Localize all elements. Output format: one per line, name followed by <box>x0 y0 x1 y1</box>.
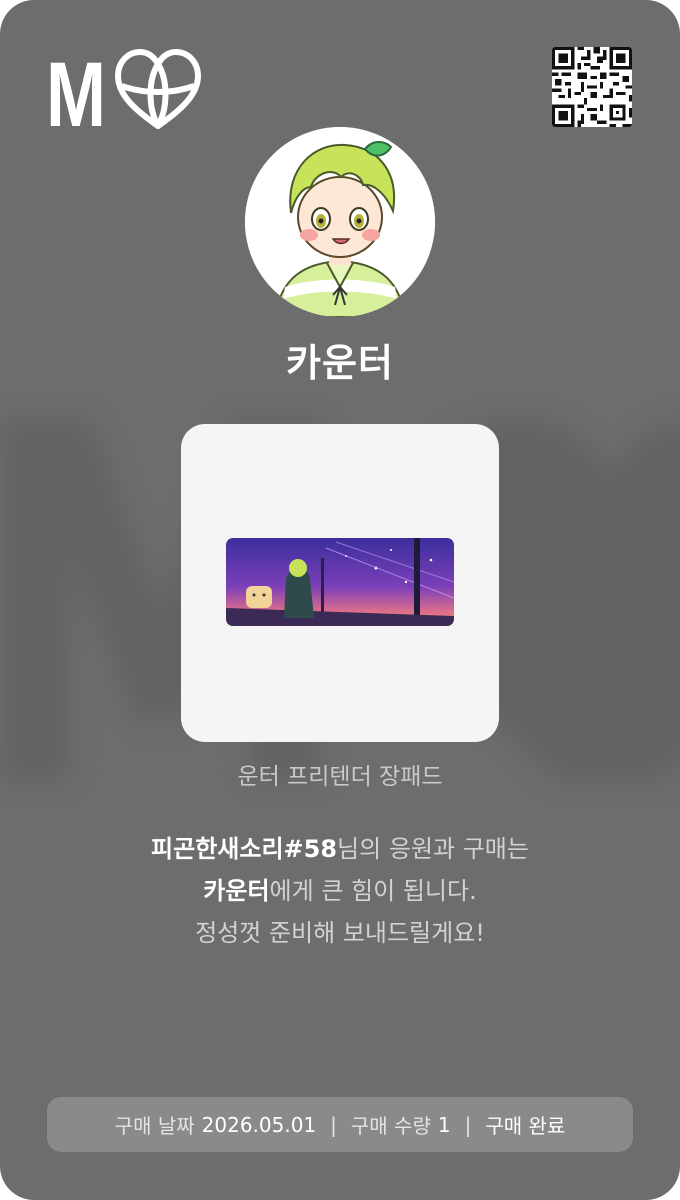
thank-you-message: 피곤한새소리#58님의 응원과 구매는 카운터에게 큰 힘이 됩니다. 정성껏 … <box>0 828 680 954</box>
message-text: 님의 응원과 구매는 <box>337 835 529 863</box>
brand-logo: M <box>46 44 201 134</box>
separator: | <box>330 1112 337 1137</box>
purchase-quantity-label: 구매 수량 <box>350 1114 431 1138</box>
creator-name-inline: 카운터 <box>203 877 270 905</box>
creator-name[interactable]: 카운터 <box>0 332 680 387</box>
purchase-info-bar: 구매 날짜 2026.05.01 | 구매 수량 1 | 구매 완료 <box>47 1097 633 1152</box>
purchase-card: M 카운터 운터 프리텐더 장패드 피곤한새소리#58님의 응원과 구매는 카운… <box>0 0 680 1200</box>
purchase-date-label: 구매 날짜 <box>114 1114 195 1138</box>
purchase-status: 구매 완료 <box>485 1114 566 1138</box>
avatar-character-illustration <box>245 127 435 317</box>
message-line-2: 카운터에게 큰 힘이 됩니다. <box>0 870 680 912</box>
globe-heart-icon <box>115 49 201 129</box>
purchase-date-value: 2026.05.01 <box>201 1112 317 1137</box>
product-mousepad-image <box>226 538 454 626</box>
logo-letter: M <box>46 44 106 134</box>
qr-code-icon[interactable] <box>552 47 632 127</box>
buyer-name: 피곤한새소리#58 <box>151 835 338 863</box>
creator-avatar[interactable] <box>245 127 435 317</box>
separator: | <box>464 1112 472 1137</box>
message-text: 에게 큰 힘이 됩니다. <box>269 877 477 905</box>
message-line-3: 정성껏 준비해 보내드릴게요! <box>195 919 485 947</box>
product-card[interactable] <box>181 424 499 742</box>
purchase-quantity-value: 1 <box>437 1112 451 1137</box>
message-line-1: 피곤한새소리#58님의 응원과 구매는 <box>0 828 680 870</box>
product-name[interactable]: 운터 프리텐더 장패드 <box>0 757 680 791</box>
